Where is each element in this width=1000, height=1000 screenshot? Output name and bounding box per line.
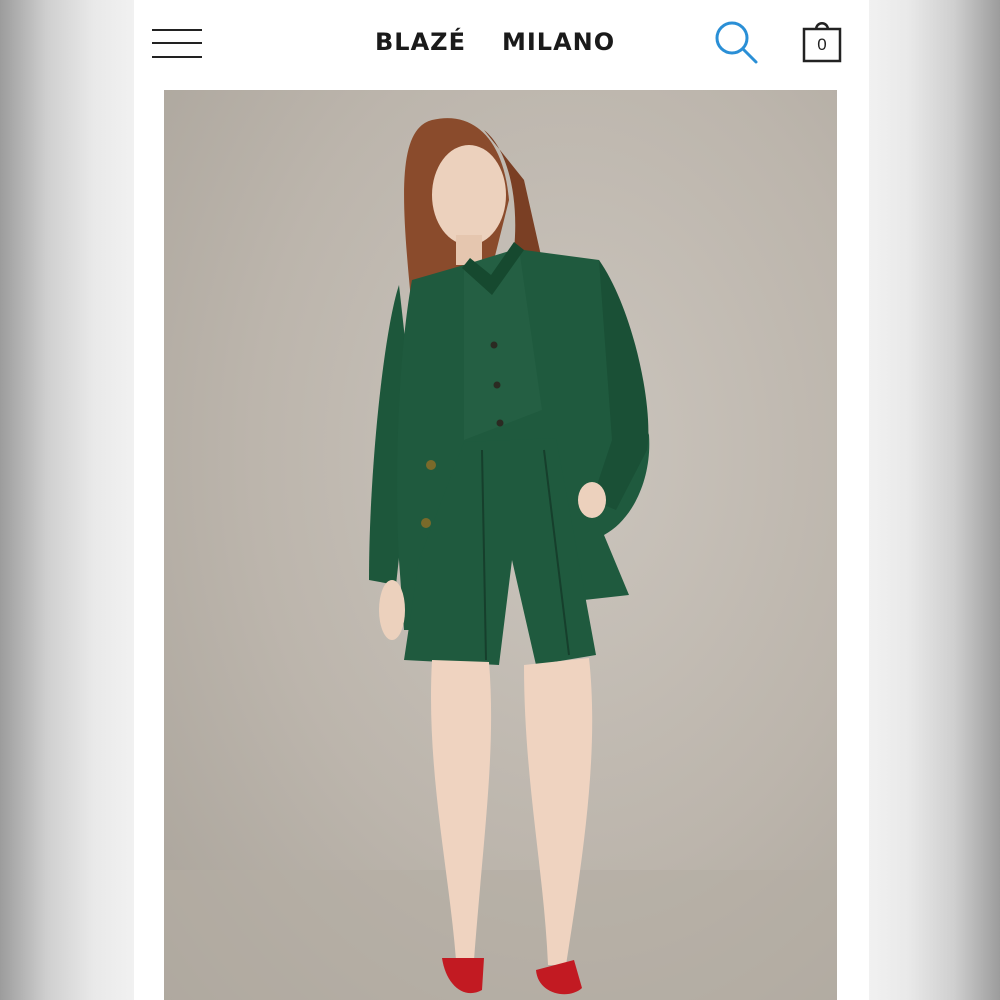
brand-name-part2: MILANO (501, 28, 616, 56)
left-backdrop (0, 0, 134, 1000)
cart-count: 0 (817, 35, 827, 54)
mobile-page: BLAZÉ MILANO 0 (134, 0, 869, 1000)
hamburger-menu-icon[interactable] (152, 28, 202, 60)
brand-name-part1: BLAZÉ (375, 28, 466, 56)
brand-logo[interactable]: BLAZÉ MILANO (375, 26, 615, 58)
shopping-bag-icon[interactable]: 0 (802, 17, 846, 65)
search-icon[interactable] (712, 18, 760, 66)
right-backdrop (869, 0, 1000, 1000)
site-header: BLAZÉ MILANO 0 (134, 0, 869, 88)
model-photo (164, 118, 837, 1000)
product-hero-image[interactable] (164, 90, 837, 1000)
